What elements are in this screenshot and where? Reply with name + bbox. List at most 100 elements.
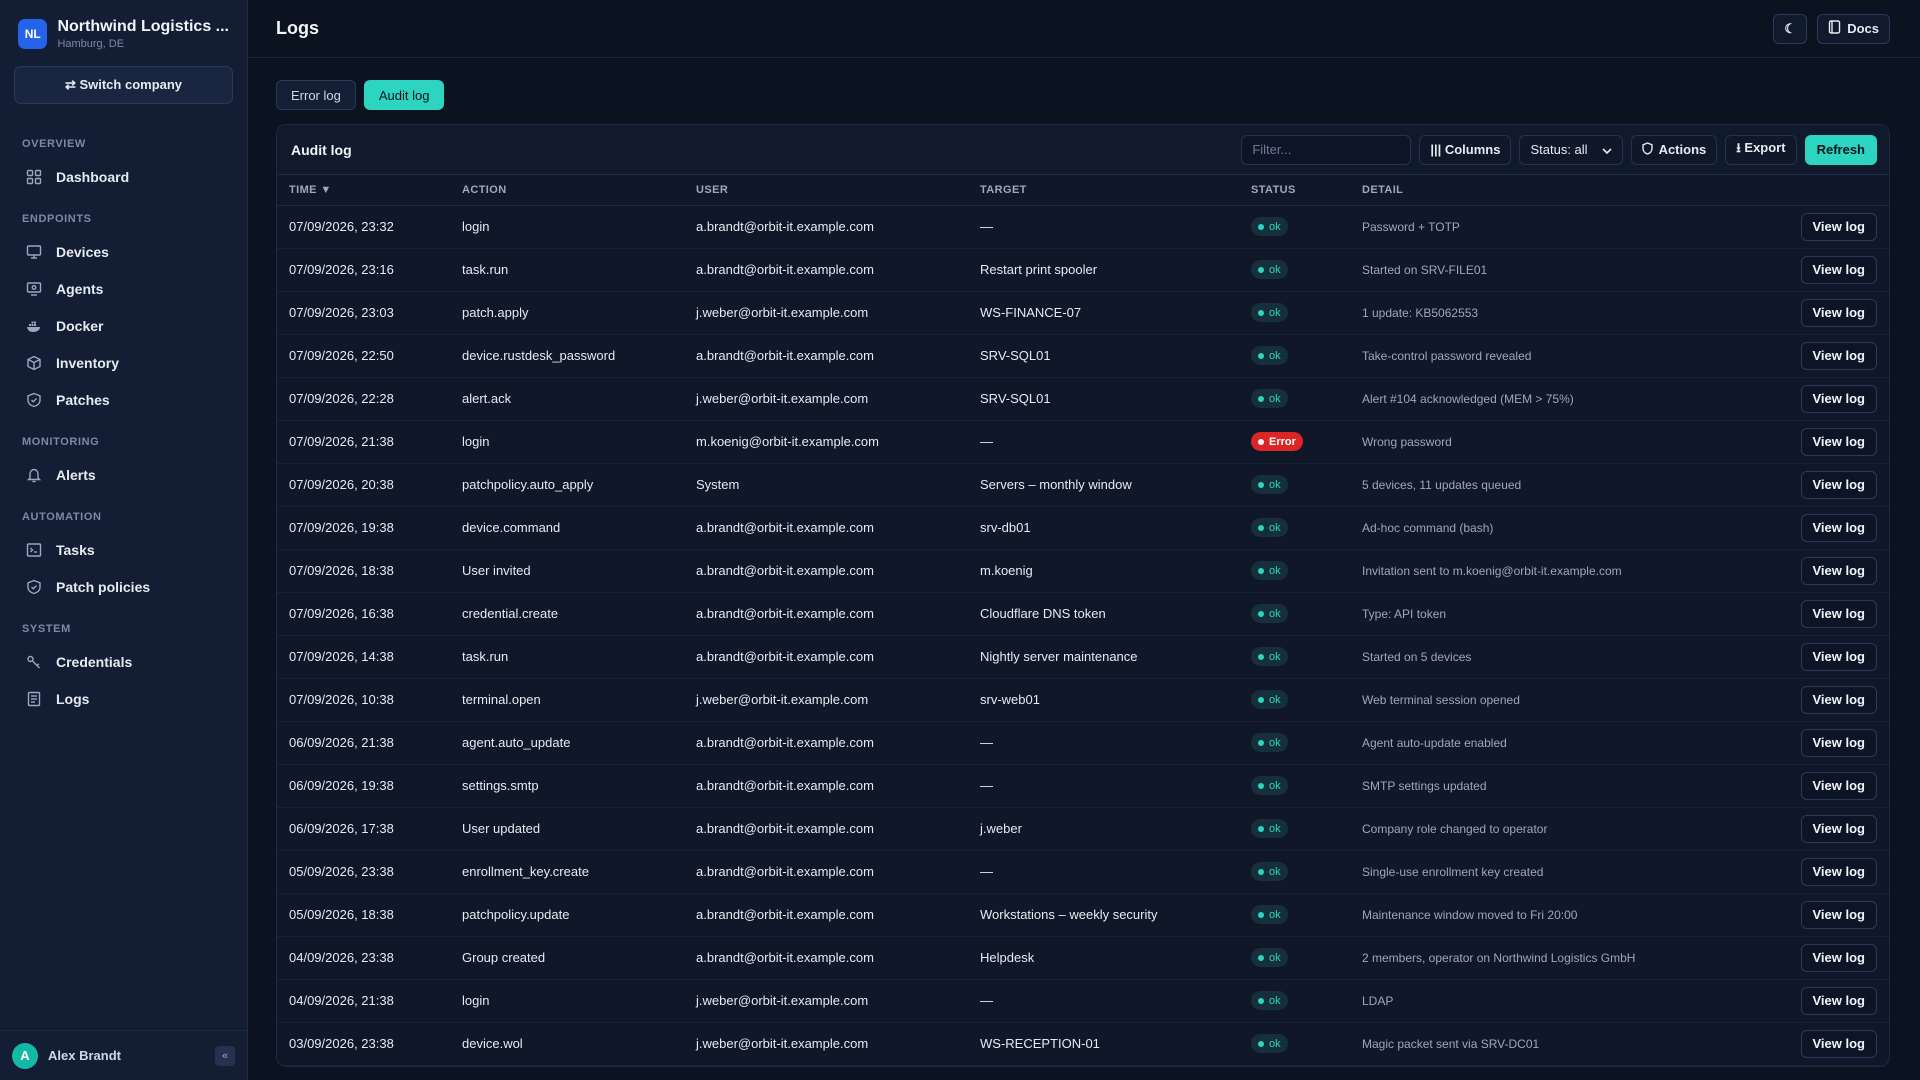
cell-action: login <box>450 205 684 249</box>
sidebar-item-logs[interactable]: Logs <box>0 680 247 717</box>
cell-target: SRV-SQL01 <box>968 334 1239 378</box>
status-badge: ok <box>1251 518 1288 537</box>
sidebar-item-tasks[interactable]: Tasks <box>0 531 247 568</box>
view-log-button[interactable]: View log <box>1800 1029 1877 1058</box>
moon-icon: ☾ <box>1784 20 1797 36</box>
cell-time: 07/09/2026, 14:38 <box>277 635 450 679</box>
view-log-button[interactable]: View log <box>1800 943 1877 972</box>
table-row: 07/09/2026, 22:28 alert.ack j.weber@orbi… <box>277 377 1889 421</box>
cell-time: 04/09/2026, 21:38 <box>277 979 450 1023</box>
filter-input[interactable] <box>1241 134 1412 165</box>
log-tabs: Error log Audit log <box>276 80 1890 110</box>
status-dot-icon <box>1258 266 1264 273</box>
view-log-button[interactable]: View log <box>1800 341 1877 370</box>
view-log-button[interactable]: View log <box>1800 814 1877 843</box>
sidebar: NL Northwind Logistics ... Hamburg, DE ⇄… <box>0 0 248 1080</box>
status-text: ok <box>1269 736 1281 749</box>
view-log-button[interactable]: View log <box>1800 470 1877 499</box>
cell-detail: 2 members, operator on Northwind Logisti… <box>1350 936 1769 980</box>
cell-time: 07/09/2026, 22:28 <box>277 377 450 421</box>
view-log-button[interactable]: View log <box>1800 771 1877 800</box>
view-log-button[interactable]: View log <box>1800 212 1877 241</box>
sidebar-item-alerts[interactable]: Alerts <box>0 456 247 493</box>
cell-actions: View log <box>1769 592 1889 636</box>
avatar[interactable]: A <box>12 1042 38 1069</box>
cell-actions: View log <box>1769 635 1889 679</box>
status-dot-icon <box>1258 997 1264 1004</box>
cell-user: m.koenig@orbit-it.example.com <box>684 420 968 464</box>
view-log-button[interactable]: View log <box>1800 427 1877 456</box>
view-log-button[interactable]: View log <box>1800 857 1877 886</box>
view-log-button[interactable]: View log <box>1800 685 1877 714</box>
theme-toggle-button[interactable]: ☾ <box>1773 13 1808 44</box>
status-dot-icon <box>1258 352 1264 359</box>
tab-audit-log[interactable]: Audit log <box>363 80 445 110</box>
view-log-button[interactable]: View log <box>1800 255 1877 284</box>
view-log-button[interactable]: View log <box>1800 599 1877 628</box>
column-header-status[interactable]: STATUS <box>1239 175 1350 206</box>
actions-button[interactable]: Actions <box>1630 134 1718 165</box>
cell-status: ok <box>1239 979 1350 1023</box>
table-row: 07/09/2026, 20:38 patchpolicy.auto_apply… <box>277 463 1889 507</box>
cell-actions: View log <box>1769 893 1889 937</box>
tab-error-log[interactable]: Error log <box>276 80 356 110</box>
table-row: 07/09/2026, 23:32 login a.brandt@orbit-i… <box>277 205 1889 249</box>
sidebar-item-patch-policies[interactable]: Patch policies <box>0 568 247 605</box>
view-log-button[interactable]: View log <box>1800 556 1877 585</box>
docs-button[interactable]: Docs <box>1817 13 1890 44</box>
sidebar-item-docker[interactable]: Docker <box>0 307 247 344</box>
status-select[interactable]: Status: all <box>1519 134 1623 165</box>
view-log-button[interactable]: View log <box>1800 900 1877 929</box>
status-text: ok <box>1269 349 1281 362</box>
cell-action: User invited <box>450 549 684 593</box>
audit-log-table: TIME ▼ ACTION USER TARGET STATUS DETAIL … <box>277 175 1889 1066</box>
cell-user: a.brandt@orbit-it.example.com <box>684 205 968 249</box>
sidebar-item-inventory[interactable]: Inventory <box>0 344 247 381</box>
view-log-button[interactable]: View log <box>1800 384 1877 413</box>
export-button[interactable]: ⭳ Export <box>1725 134 1797 165</box>
column-header-user[interactable]: USER <box>684 175 968 206</box>
cell-actions: View log <box>1769 205 1889 249</box>
view-log-button[interactable]: View log <box>1800 728 1877 757</box>
sidebar-item-label: Docker <box>56 317 104 334</box>
cell-user: a.brandt@orbit-it.example.com <box>684 334 968 378</box>
cell-status: ok <box>1239 506 1350 550</box>
refresh-button[interactable]: Refresh <box>1804 134 1877 165</box>
view-log-button[interactable]: View log <box>1800 513 1877 542</box>
collapse-sidebar-button[interactable]: « <box>215 1045 235 1066</box>
status-text: ok <box>1269 521 1281 534</box>
sidebar-item-patches[interactable]: Patches <box>0 381 247 418</box>
cell-user: a.brandt@orbit-it.example.com <box>684 850 968 894</box>
table-row: 04/09/2026, 21:38 login j.weber@orbit-it… <box>277 979 1889 1023</box>
cell-detail: Take-control password revealed <box>1350 334 1769 378</box>
user-name: Alex Brandt <box>48 1048 121 1063</box>
column-header-detail[interactable]: DETAIL <box>1350 175 1769 206</box>
table-row: 03/09/2026, 23:38 device.wol j.weber@orb… <box>277 1022 1889 1066</box>
switch-company-button[interactable]: ⇄ Switch company <box>14 66 233 104</box>
cell-target: WS-FINANCE-07 <box>968 291 1239 335</box>
sidebar-item-agents[interactable]: Agents <box>0 270 247 307</box>
table-row: 07/09/2026, 23:03 patch.apply j.weber@or… <box>277 291 1889 335</box>
table-row: 06/09/2026, 17:38 User updated a.brandt@… <box>277 807 1889 851</box>
table-row: 05/09/2026, 18:38 patchpolicy.update a.b… <box>277 893 1889 937</box>
view-log-button[interactable]: View log <box>1800 986 1877 1015</box>
column-header-time[interactable]: TIME ▼ <box>277 175 450 206</box>
column-header-target[interactable]: TARGET <box>968 175 1239 206</box>
sidebar-item-devices[interactable]: Devices <box>0 233 247 270</box>
cell-time: 07/09/2026, 23:32 <box>277 205 450 249</box>
status-badge: ok <box>1251 690 1288 709</box>
cell-target: — <box>968 205 1239 249</box>
status-badge: ok <box>1251 862 1288 881</box>
columns-button[interactable]: ||| Columns <box>1419 134 1512 165</box>
sidebar-item-dashboard[interactable]: Dashboard <box>0 158 247 195</box>
topbar: Logs ☾ Docs <box>248 0 1920 58</box>
nav-section-title: SYSTEM <box>22 623 71 635</box>
sidebar-item-credentials[interactable]: Credentials <box>0 643 247 680</box>
cell-actions: View log <box>1769 936 1889 980</box>
view-log-button[interactable]: View log <box>1800 642 1877 671</box>
view-log-button[interactable]: View log <box>1800 298 1877 327</box>
status-badge: ok <box>1251 647 1288 666</box>
table-row: 07/09/2026, 23:16 task.run a.brandt@orbi… <box>277 248 1889 292</box>
status-text: ok <box>1269 220 1281 233</box>
column-header-action[interactable]: ACTION <box>450 175 684 206</box>
